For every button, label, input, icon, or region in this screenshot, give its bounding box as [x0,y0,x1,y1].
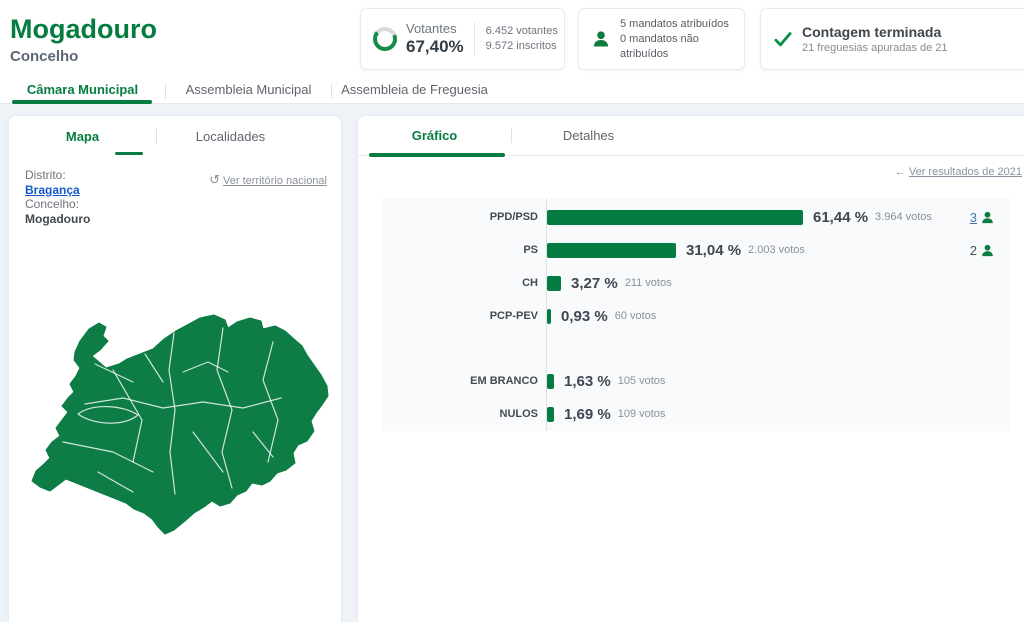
party-votes: 60 votos [615,310,657,322]
national-territory-link[interactable]: ↺Ver território nacional [209,172,327,188]
geo-info: Distrito: Bragança Concelho: Mogadouro [25,168,90,226]
count-status-title: Contagem terminada [802,24,948,40]
council-label: Concelho: [25,197,90,212]
turnout-label: Votantes [406,21,464,36]
results-panel: Gráfico Detalhes ← Ver resultados de 202… [357,115,1024,622]
turnout-card: Votantes 67,40% 6.452 votantes 9.572 ins… [360,8,565,70]
party-votes: 109 votos [618,408,666,420]
person-icon [591,29,611,49]
party-bar[interactable] [547,243,676,258]
party-bar[interactable] [547,210,803,225]
chart-row-ch: CH 3,27 % 211 votos [381,272,1011,294]
chart-row-nulos: NULOS 1,69 % 109 votos [381,403,1011,425]
chart-row-pcp-pev: PCP-PEV 0,93 % 60 votos [381,305,1011,327]
page-subtitle: Concelho [10,48,78,65]
party-percent: 31,04 % [686,242,741,259]
left-arrow-icon: ← [895,166,906,178]
party-label: EM BRANCO [381,375,538,387]
party-label: NULOS [381,408,538,420]
district-link[interactable]: Bragança [25,183,90,198]
party-bar[interactable] [547,309,551,324]
results-2021-label: Ver resultados de 2021 [909,166,1022,178]
count-status-subtitle: 21 freguesias apuradas de 21 [802,42,948,54]
district-label: Distrito: [25,168,90,183]
mandates-ps: 2 [970,239,995,261]
national-territory-label: Ver território nacional [223,175,327,187]
mandates-unassigned: 0 mandatos não atribuídos [620,32,744,62]
person-icon [980,243,995,258]
map-panel: Mapa Localidades Distrito: Bragança Conc… [8,115,342,622]
results-tab-bar: Gráfico Detalhes [358,116,1024,156]
turnout-registered: 9.572 inscritos [486,39,558,54]
party-percent: 61,44 % [813,209,868,226]
council-value: Mogadouro [25,212,90,227]
chart-row-ppd-psd: PPD/PSD 61,44 % 3.964 votos [381,206,1011,228]
party-votes: 105 votos [618,375,666,387]
page-title: Mogadouro [10,14,157,45]
chart-row-em-branco: EM BRANCO 1,63 % 105 votos [381,370,1011,392]
party-votes: 2.003 votos [748,244,805,256]
tab-detalhes[interactable]: Detalhes [512,128,665,143]
municipality-map[interactable] [23,312,329,544]
party-label: CH [381,277,538,289]
turnout-ring-icon [373,27,397,51]
mandate-count-link[interactable]: 3 [970,210,977,225]
tab-assembleia-municipal[interactable]: Assembleia Municipal [166,82,331,104]
party-percent: 3,27 % [571,275,618,292]
mandates-assigned: 5 mandatos atribuídos [620,17,744,32]
party-percent: 0,93 % [561,308,608,325]
turnout-percent: 67,40% [406,37,464,57]
party-label: PCP-PEV [381,310,538,322]
person-icon [980,210,995,225]
chart-row-ps: PS 31,04 % 2.003 votos [381,239,1011,261]
tab-grafico[interactable]: Gráfico [358,128,511,143]
party-label: PPD/PSD [381,211,538,223]
mandates-card: 5 mandatos atribuídos 0 mandatos não atr… [578,8,745,70]
active-tab-underline [12,100,152,104]
party-bar[interactable] [547,407,554,422]
undo-icon: ↺ [209,172,220,188]
mandates-ppd-psd: 3 [970,206,995,228]
tab-mapa[interactable]: Mapa [9,129,156,144]
active-tab-underline [369,153,505,157]
active-tab-underline [115,152,143,155]
party-percent: 1,69 % [564,406,611,423]
party-bar[interactable] [547,276,561,291]
card-divider [474,22,475,56]
party-votes: 3.964 votos [875,211,932,223]
mandate-count: 2 [970,243,977,258]
page-root: Mogadouro Concelho Votantes 67,40% 6.452… [0,0,1024,622]
party-bar[interactable] [547,374,554,389]
count-status-card: Contagem terminada 21 freguesias apurada… [760,8,1024,70]
tab-assembleia-freguesia[interactable]: Assembleia de Freguesia [332,82,497,104]
results-bar-chart: PPD/PSD 61,44 % 3.964 votos 3 PS 31,04 %… [381,198,1011,431]
party-label: PS [381,244,538,256]
check-icon [773,29,793,49]
results-2021-link[interactable]: ← Ver resultados de 2021 [895,166,1022,178]
tab-localidades[interactable]: Localidades [157,129,304,144]
tab-bar-border [0,103,1024,104]
main-tab-bar: Câmara Municipal Assembleia Municipal As… [0,82,1024,104]
party-votes: 211 votos [625,277,672,289]
turnout-voters: 6.452 votantes [486,24,558,39]
party-percent: 1,63 % [564,373,611,390]
map-tab-bar: Mapa Localidades [9,116,341,156]
